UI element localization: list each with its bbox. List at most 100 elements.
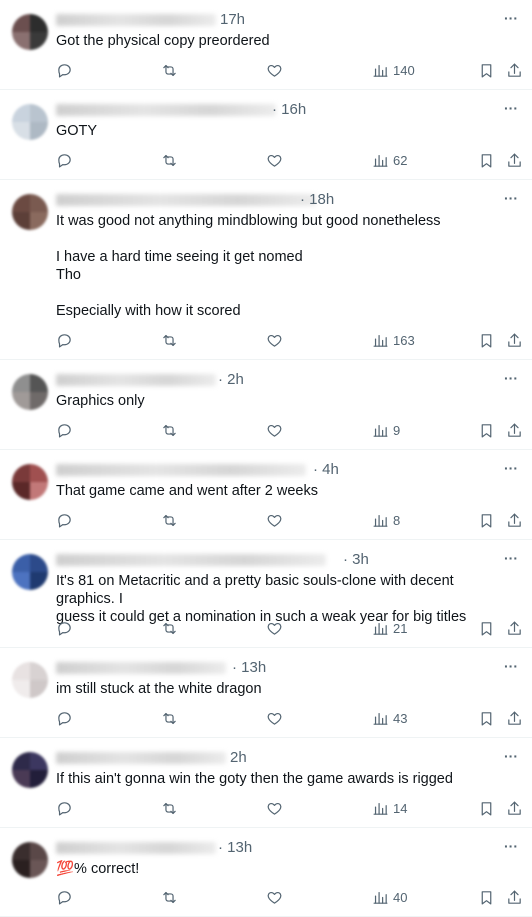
tweet-reply[interactable]: · 18h ··· It was good not anything mindblo… — [0, 180, 532, 360]
reply-button[interactable] — [56, 510, 73, 530]
share-button[interactable] — [506, 150, 523, 170]
avatar[interactable] — [12, 842, 48, 878]
retweet-button[interactable] — [161, 510, 178, 530]
author-name-redacted[interactable] — [56, 104, 276, 116]
reply-button[interactable] — [56, 618, 73, 638]
bookmark-button[interactable] — [478, 150, 495, 170]
share-button[interactable] — [506, 330, 523, 350]
retweet-button[interactable] — [161, 798, 178, 818]
reply-button[interactable] — [56, 798, 73, 818]
retweet-button[interactable] — [161, 60, 178, 80]
bookmark-button[interactable] — [478, 330, 495, 350]
tweet-timestamp[interactable]: · 3h — [343, 551, 369, 568]
author-name-redacted[interactable] — [56, 374, 216, 386]
share-button[interactable] — [506, 420, 523, 440]
retweet-button[interactable] — [161, 150, 178, 170]
tweet-timestamp[interactable]: · 13h — [232, 659, 266, 676]
bookmark-button[interactable] — [478, 887, 495, 907]
share-button[interactable] — [506, 798, 523, 818]
more-options-icon[interactable]: ··· — [504, 190, 518, 206]
author-name-redacted[interactable] — [56, 194, 316, 206]
bookmark-button[interactable] — [478, 510, 495, 530]
retweet-button[interactable] — [161, 330, 178, 350]
like-button[interactable] — [266, 708, 283, 728]
reply-button[interactable] — [56, 420, 73, 440]
tweet-timestamp[interactable]: 17h — [220, 11, 245, 28]
views-button[interactable]: 14 — [372, 798, 407, 818]
share-button[interactable] — [506, 60, 523, 80]
tweet-reply[interactable]: · 13h ··· 💯% correct! 40 — [0, 828, 532, 917]
author-name-redacted[interactable] — [56, 464, 306, 476]
tweet-reply[interactable]: 2h ··· If this ain't gonna win the goty th… — [0, 738, 532, 828]
like-button[interactable] — [266, 798, 283, 818]
retweet-button[interactable] — [161, 887, 178, 907]
tweet-timestamp[interactable]: · 13h — [218, 839, 252, 856]
like-button[interactable] — [266, 150, 283, 170]
retweet-button[interactable] — [161, 420, 178, 440]
retweet-button[interactable] — [161, 618, 178, 638]
avatar[interactable] — [12, 662, 48, 698]
share-button[interactable] — [506, 618, 523, 638]
tweet-timestamp[interactable]: · 4h — [313, 461, 339, 478]
tweet-reply[interactable]: · 13h ··· im still stuck at the white drag… — [0, 648, 532, 738]
more-options-icon[interactable]: ··· — [504, 748, 518, 764]
bookmark-button[interactable] — [478, 420, 495, 440]
tweet-reply[interactable]: 17h ··· Got the physical copy preordered 14… — [0, 0, 532, 90]
reply-button[interactable] — [56, 60, 73, 80]
avatar[interactable] — [12, 374, 48, 410]
reply-button[interactable] — [56, 150, 73, 170]
views-button[interactable]: 40 — [372, 887, 407, 907]
views-button[interactable]: 163 — [372, 330, 415, 350]
avatar[interactable] — [12, 104, 48, 140]
author-name-redacted[interactable] — [56, 662, 226, 674]
retweet-button[interactable] — [161, 708, 178, 728]
avatar[interactable] — [12, 194, 48, 230]
author-name-redacted[interactable] — [56, 752, 226, 764]
avatar[interactable] — [12, 464, 48, 500]
author-name-redacted[interactable] — [56, 554, 326, 566]
share-button[interactable] — [506, 708, 523, 728]
more-options-icon[interactable]: ··· — [504, 460, 518, 476]
tweet-timestamp[interactable]: · 18h — [300, 191, 334, 208]
like-button[interactable] — [266, 60, 283, 80]
tweet-reply[interactable]: · 4h ··· That game came and went after 2 w… — [0, 450, 532, 540]
views-button[interactable]: 9 — [372, 420, 400, 440]
tweet-timestamp[interactable]: · 16h — [272, 101, 306, 118]
author-name-redacted[interactable] — [56, 14, 216, 26]
retweet-icon — [163, 712, 176, 724]
more-options-icon[interactable]: ··· — [504, 838, 518, 854]
more-options-icon[interactable]: ··· — [504, 658, 518, 674]
tweet-timestamp[interactable]: · 2h — [218, 371, 244, 388]
tweet-reply[interactable]: · 3h ··· It's 81 on Metacritic and a prett… — [0, 540, 532, 648]
like-button[interactable] — [266, 420, 283, 440]
tweet-reply[interactable]: · 16h ··· GOTY 62 — [0, 90, 532, 180]
tweet-timestamp[interactable]: 2h — [230, 749, 247, 766]
reply-button[interactable] — [56, 330, 73, 350]
views-button[interactable]: 62 — [372, 150, 407, 170]
reply-button[interactable] — [56, 887, 73, 907]
views-button[interactable]: 8 — [372, 510, 400, 530]
views-button[interactable]: 140 — [372, 60, 415, 80]
views-button[interactable]: 43 — [372, 708, 407, 728]
like-button[interactable] — [266, 330, 283, 350]
like-button[interactable] — [266, 887, 283, 907]
more-options-icon[interactable]: ··· — [504, 370, 518, 386]
author-name-redacted[interactable] — [56, 842, 216, 854]
bookmark-button[interactable] — [478, 708, 495, 728]
bookmark-button[interactable] — [478, 798, 495, 818]
avatar[interactable] — [12, 554, 48, 590]
share-button[interactable] — [506, 510, 523, 530]
more-options-icon[interactable]: ··· — [504, 10, 518, 26]
share-button[interactable] — [506, 887, 523, 907]
more-options-icon[interactable]: ··· — [504, 100, 518, 116]
views-button[interactable]: 21 — [372, 618, 407, 638]
bookmark-button[interactable] — [478, 60, 495, 80]
like-button[interactable] — [266, 618, 283, 638]
avatar[interactable] — [12, 14, 48, 50]
like-button[interactable] — [266, 510, 283, 530]
bookmark-button[interactable] — [478, 618, 495, 638]
more-options-icon[interactable]: ··· — [504, 550, 518, 566]
tweet-reply[interactable]: · 2h ··· Graphics only 9 — [0, 360, 532, 450]
avatar[interactable] — [12, 752, 48, 788]
reply-button[interactable] — [56, 708, 73, 728]
